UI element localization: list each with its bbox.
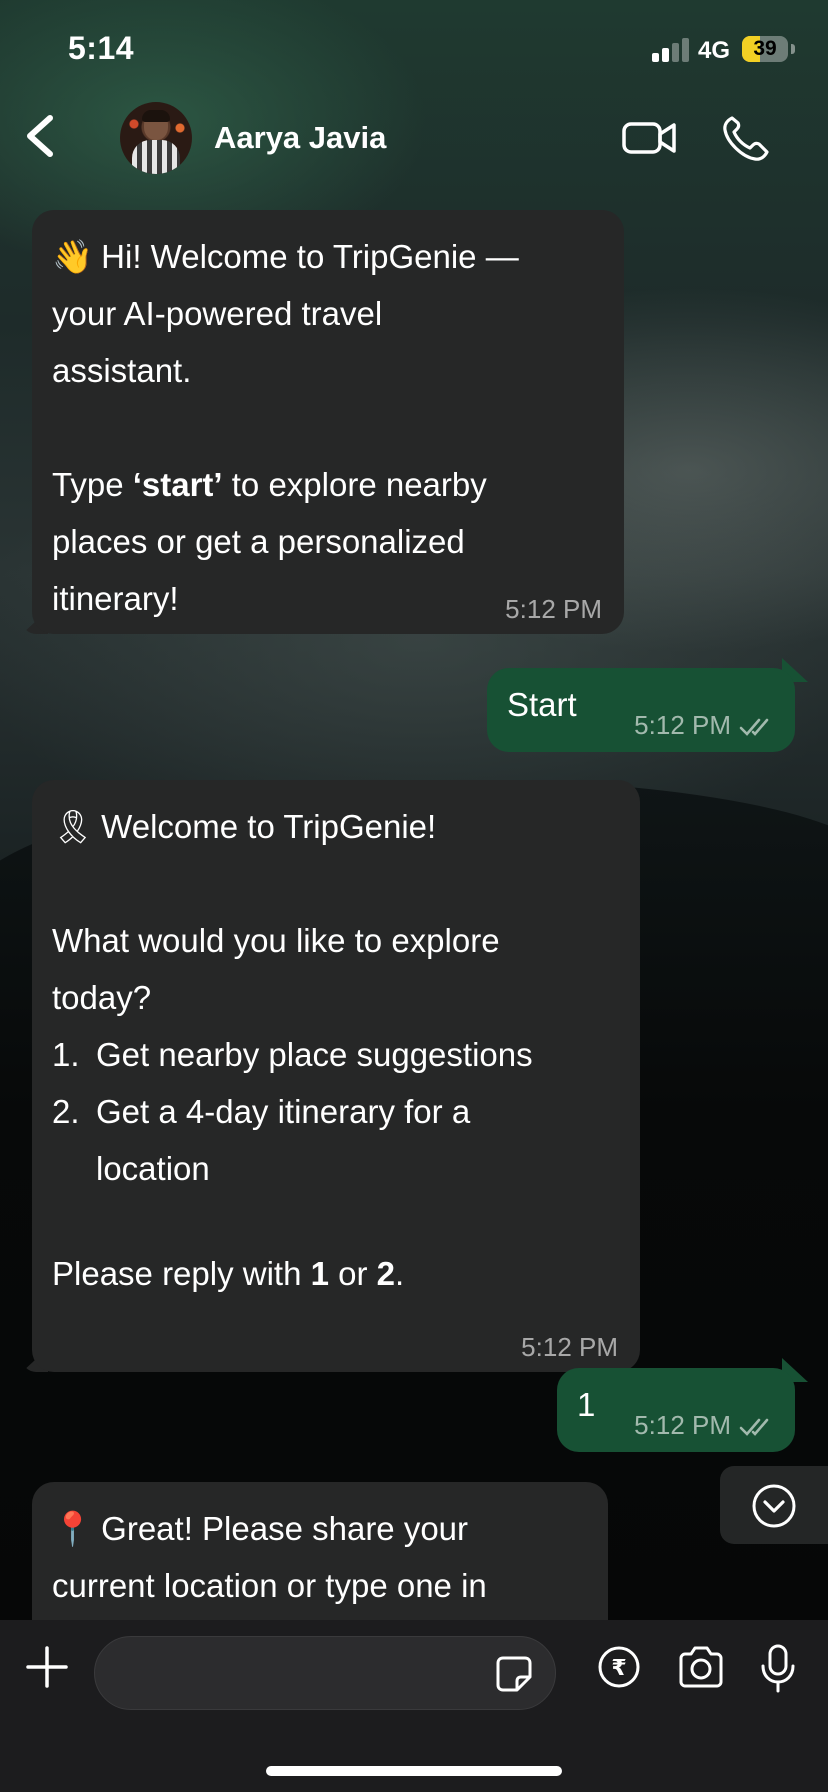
microphone-icon[interactable]: [758, 1644, 798, 1699]
message-bubble-incoming[interactable]: 🎗 Welcome to TripGenie! What would you l…: [32, 780, 640, 1372]
scroll-to-bottom-button[interactable]: [720, 1466, 828, 1544]
options-list: 1. Get nearby place suggestions 2. Get a 4…: [52, 1026, 620, 1197]
chevron-down-icon: [752, 1484, 796, 1528]
message-text: Great! Please share your: [101, 1510, 469, 1547]
back-chevron-icon[interactable]: [20, 106, 70, 166]
message-text: Type: [52, 466, 133, 503]
message-input-field[interactable]: [94, 1636, 556, 1711]
message-text: Please reply with: [52, 1255, 311, 1292]
ribbon-emoji: 🎗: [52, 808, 94, 845]
message-input[interactable]: [119, 1637, 483, 1711]
message-bubble-outgoing[interactable]: Start 5:12 PM: [487, 668, 795, 752]
message-text: places or get a personalized: [52, 523, 465, 560]
list-item: 2. Get a 4-day itinerary for a location: [52, 1093, 471, 1187]
bold-keyword: ‘start’: [132, 466, 223, 503]
sticker-icon[interactable]: [495, 1655, 533, 1693]
battery-percent: 39: [753, 37, 777, 60]
chat-header: Aarya Javia: [0, 96, 828, 184]
message-timestamp: 5:12 PM: [634, 710, 775, 740]
message-text: or: [328, 1255, 377, 1292]
message-text: Hi! Welcome to TripGenie —: [101, 238, 519, 275]
message-text: Start: [507, 686, 577, 723]
message-text: Welcome to TripGenie!: [101, 808, 437, 845]
network-type: 4G: [698, 37, 731, 64]
message-bubble-incoming[interactable]: 📍 Great! Please share your current locat…: [32, 1482, 608, 1620]
battery-terminal: [791, 44, 795, 54]
message-timestamp: 5:12 PM: [505, 594, 602, 624]
contact-name[interactable]: Aarya Javia: [214, 120, 386, 156]
avatar[interactable]: [120, 102, 192, 174]
svg-text:₹: ₹: [611, 1656, 626, 1681]
message-bubble-incoming[interactable]: 👋 Hi! Welcome to TripGenie — your AI-pow…: [32, 210, 624, 634]
cellular-signal-icon: [652, 36, 692, 62]
camera-icon[interactable]: [676, 1644, 726, 1695]
message-text: your AI-powered travel: [52, 295, 383, 332]
message-text: to explore nearby: [222, 466, 487, 503]
round-pushpin-emoji: 📍: [52, 1510, 94, 1547]
waving-hand-emoji: 👋: [52, 238, 94, 275]
message-text: .: [395, 1255, 405, 1292]
home-indicator[interactable]: [266, 1766, 562, 1776]
rupee-payment-icon[interactable]: ₹: [596, 1644, 642, 1695]
battery-icon: 39: [742, 36, 788, 62]
plus-icon[interactable]: [24, 1644, 70, 1690]
status-bar: 5:14 4G 39: [0, 0, 828, 96]
message-bubble-outgoing[interactable]: 1 5:12 PM: [557, 1368, 795, 1452]
phone-icon[interactable]: [718, 110, 778, 166]
list-item: 1. Get nearby place suggestions: [52, 1036, 533, 1073]
message-text: 1: [577, 1386, 596, 1423]
video-call-icon[interactable]: [620, 110, 680, 166]
status-time: 5:14: [68, 30, 135, 66]
bold-option: 1: [310, 1255, 329, 1292]
read-receipt-icon: [739, 1418, 769, 1437]
bold-option: 2: [376, 1255, 396, 1292]
message-timestamp: 5:12 PM: [521, 1332, 618, 1362]
message-text: assistant.: [52, 352, 192, 389]
message-list[interactable]: 👋 Hi! Welcome to TripGenie — your AI-pow…: [0, 184, 828, 1620]
message-text: What would you like to explore: [52, 922, 500, 959]
message-text: today?: [52, 979, 152, 1016]
read-receipt-icon: [739, 718, 769, 737]
message-timestamp: 5:12 PM: [634, 1410, 775, 1440]
message-text: current location or type one in: [52, 1567, 487, 1604]
